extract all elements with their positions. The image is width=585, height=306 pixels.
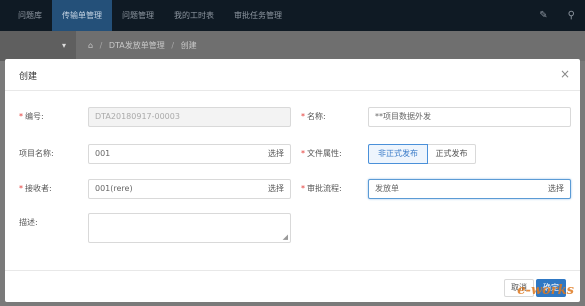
approval-flow-label: * 审批流程: <box>301 184 342 193</box>
receiver-value: 001(rere) <box>95 184 133 193</box>
nav-item-my-timesheet[interactable]: 我的工时表 <box>164 0 224 31</box>
receiver-field[interactable]: 001(rere) 选择 <box>88 179 291 199</box>
required-mark: * <box>301 149 305 158</box>
code-field: DTA20180917-00003 <box>88 107 291 127</box>
receiver-pick-button[interactable]: 选择 <box>268 180 284 198</box>
approval-flow-value: 发放单 <box>375 184 399 193</box>
receiver-label: * 接收者: <box>19 184 52 193</box>
code-label: * 编号: <box>19 112 44 121</box>
name-field[interactable]: **项目数据外发 <box>368 107 571 127</box>
create-dialog: 创建 × * 编号: DTA20180917-00003 * 名称: **项目数据外… <box>5 59 580 302</box>
resize-grip-icon[interactable]: ◢ <box>283 233 288 241</box>
breadcrumb-separator: / <box>171 41 175 50</box>
nav-item-approval-tasks[interactable]: 审批任务管理 <box>224 0 292 31</box>
formal-release-button[interactable]: 正式发布 <box>428 144 476 164</box>
required-mark: * <box>301 112 305 121</box>
top-navigation: 问题库 传输单管理 问题管理 我的工时表 审批任务管理 ✎ ⚲ <box>0 0 585 31</box>
required-mark: * <box>301 184 305 193</box>
required-mark: * <box>19 184 23 193</box>
project-name-field[interactable]: 001 选择 <box>88 144 291 164</box>
dialog-footer: 取消 确定 e-works <box>5 270 580 302</box>
name-label: * 名称: <box>301 112 326 121</box>
chevron-down-icon: ▾ <box>61 41 66 50</box>
breadcrumb-separator: / <box>99 41 103 50</box>
breadcrumb: ⌂ / DTA发放单管理 / 创建 <box>88 31 197 61</box>
watermark-logo: e-works <box>517 283 574 298</box>
required-mark: * <box>19 112 23 121</box>
nav-item-issue-management[interactable]: 问题管理 <box>112 0 164 31</box>
home-icon[interactable]: ⌂ <box>88 41 93 50</box>
description-label: 描述: <box>19 218 38 227</box>
dialog-header: 创建 × <box>5 59 580 91</box>
project-name-label: 项目名称: <box>19 149 54 158</box>
project-name-value: 001 <box>95 149 111 158</box>
breadcrumb-item-create: 创建 <box>180 41 197 50</box>
description-textarea[interactable]: ◢ <box>88 213 291 243</box>
informal-release-button[interactable]: 非正式发布 <box>368 144 428 164</box>
dialog-title: 创建 <box>19 72 38 82</box>
nav-item-issue-library[interactable]: 问题库 <box>8 0 52 31</box>
approval-flow-pick-button[interactable]: 选择 <box>548 180 564 198</box>
nav-right-icons: ✎ ⚲ <box>529 0 585 31</box>
pin-icon[interactable]: ✎ <box>529 10 557 21</box>
breadcrumb-item-dta[interactable]: DTA发放单管理 <box>109 41 165 50</box>
user-icon[interactable]: ⚲ <box>558 10 585 21</box>
approval-flow-field[interactable]: 发放单 选择 <box>368 179 571 199</box>
file-attribute-label: * 文件属性: <box>301 149 342 158</box>
project-pick-button[interactable]: 选择 <box>268 145 284 163</box>
sidebar-toggle[interactable]: ▾ <box>0 31 76 61</box>
close-icon[interactable]: × <box>560 67 570 81</box>
nav-item-transfer-management[interactable]: 传输单管理 <box>52 0 112 31</box>
sub-bar: ▾ ⌂ / DTA发放单管理 / 创建 <box>0 31 585 61</box>
